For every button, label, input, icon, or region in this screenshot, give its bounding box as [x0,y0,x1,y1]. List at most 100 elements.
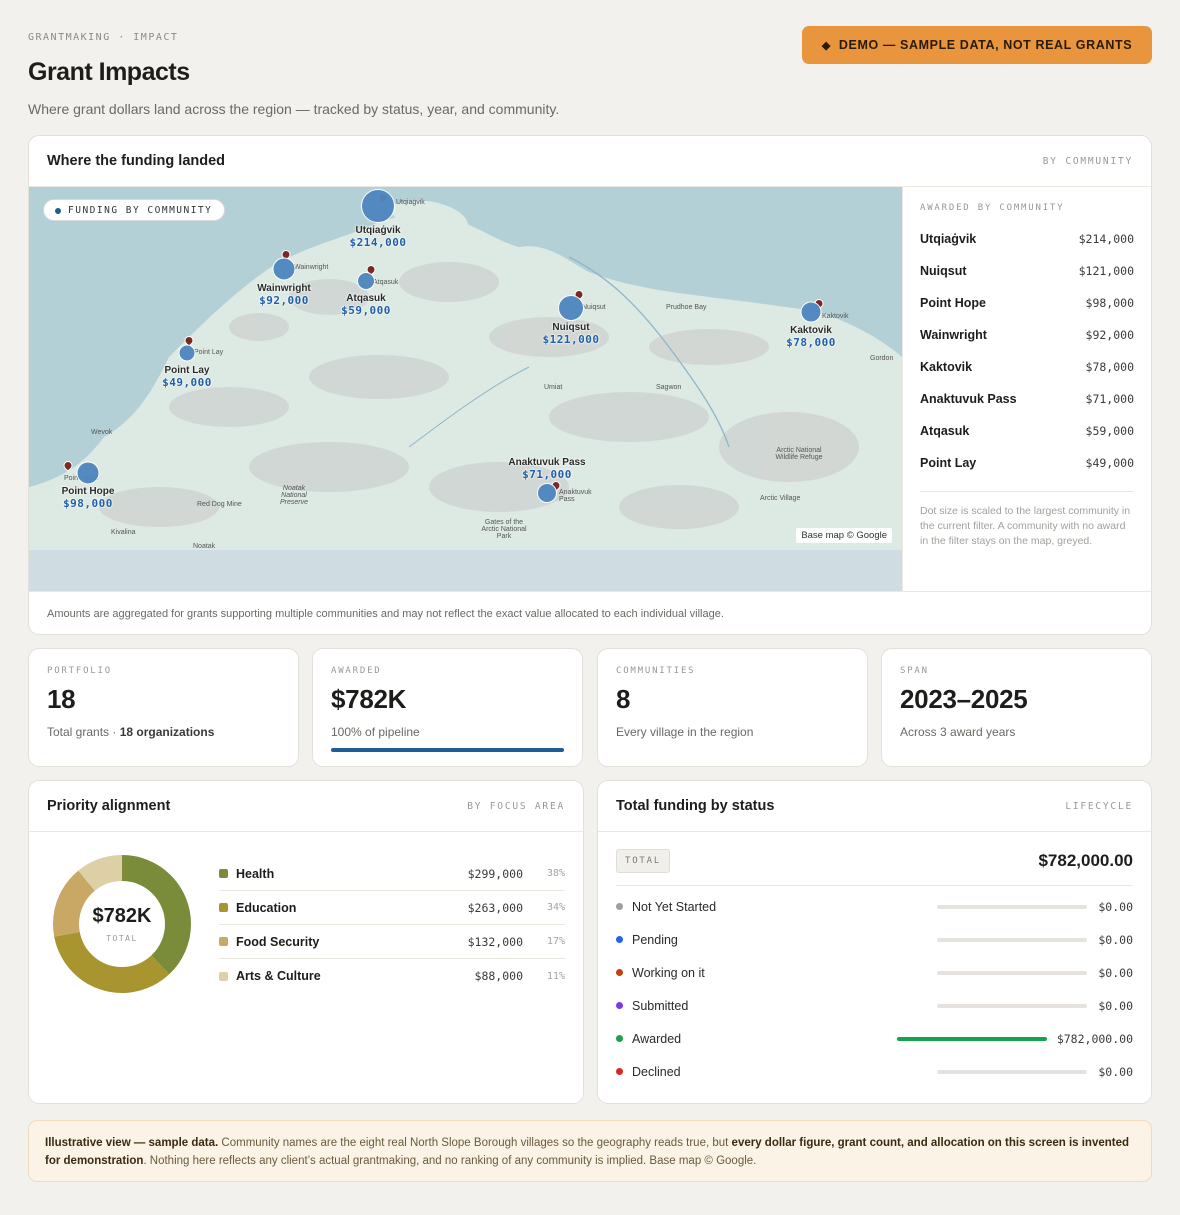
status-track [896,1036,1047,1041]
community-value: $78,000 [1085,360,1134,374]
map-bubble-atqasuk[interactable] [357,272,375,290]
stat-label: AWARDED [331,666,382,676]
funding-by-status-card: Total funding by status LIFECYCLE TOTAL … [597,780,1152,1104]
awarded-progress-bar [331,748,564,752]
legend-amount: $299,000 [467,866,523,881]
community-value: $121,000 [1078,264,1134,278]
map-place-label: Arctic National Wildlife Refuge [775,447,823,461]
community-value: $214,000 [1078,232,1134,246]
status-value: $0.00 [1098,965,1133,980]
map-credit: Base map © Google [796,528,892,543]
stat-card-span: SPAN 2023–2025 Across 3 award years [881,648,1152,767]
stat-card-portfolio: PORTFOLIO 18 Total grants · 18 organizat… [28,648,299,767]
sample-data-disclaimer: Illustrative view — sample data. Communi… [28,1120,1152,1182]
status-name: Declined [632,1064,681,1079]
status-row[interactable]: Working on it $0.00 [616,956,1133,989]
stat-value: 2023–2025 [900,684,1028,714]
map-bubble-utqiagvik[interactable] [361,189,395,223]
legend-pct: 38% [546,868,565,879]
map-bubble-nuiqsut[interactable] [558,295,584,321]
legend-swatch [219,869,228,878]
status-name: Not Yet Started [632,899,717,914]
priority-title: Priority alignment [47,798,171,814]
community-row[interactable]: Nuiqsut $121,000 [920,255,1134,287]
legend-name: Health [236,866,275,881]
stat-card-communities: COMMUNITIES 8 Every village in the regio… [597,648,868,767]
legend-amount: $132,000 [467,934,523,949]
status-value: $0.00 [1098,899,1133,914]
map-place-label: Wainwright [294,264,329,271]
legend-name: Education [236,900,297,915]
page-title: Grant Impacts [28,58,190,86]
status-total-row: TOTAL $782,000.00 [616,849,1133,873]
status-name: Working on it [632,965,705,980]
community-row[interactable]: Utqiaġvik $214,000 [920,223,1134,255]
map-bubble-point-hope[interactable] [76,461,100,485]
map-card: Where the funding landed BY COMMUNITY FU… [28,135,1152,635]
legend-pct: 34% [546,902,565,913]
map-bubble-label: Point Hope $98,000 [62,486,115,510]
community-row[interactable]: Atqasuk $59,000 [920,415,1134,447]
legend-pct: 17% [546,936,565,947]
donut-total-label: TOTAL [106,934,138,943]
map-bubble-label: Nuiqsut $121,000 [543,322,600,346]
status-dot [616,1068,623,1075]
map-place-label: Atqasuk [373,279,399,286]
map-bubble-point-lay[interactable] [178,344,196,362]
legend-row[interactable]: Food Security $132,000 17% [219,925,565,959]
community-name: Point Hope [920,296,986,310]
page-subtitle: Where grant dollars land across the regi… [28,101,560,117]
map-footnote: Amounts are aggregated for grants suppor… [29,591,1151,634]
map-place-label: Anaktuvuk Pass [559,489,592,503]
community-name: Point Lay [920,456,977,470]
stat-sub: 100% of pipeline [331,725,420,739]
stat-value: 18 [47,684,76,714]
status-value: $0.00 [1098,1064,1133,1079]
map-bubble-kaktovik[interactable] [800,301,822,323]
status-dot [616,1002,623,1009]
total-value: $782,000.00 [1038,851,1133,870]
stat-sub: Total grants · 18 organizations [47,725,280,739]
status-list: Not Yet Started $0.00 Pending $0.00 Workin… [616,885,1133,1088]
map-bubble-value: $98,000 [63,497,113,510]
total-chip: TOTAL [616,849,671,873]
funding-map[interactable]: FUNDING BY COMMUNITY Utqiaġvik Wainwrigh… [29,187,902,591]
map-legend-pill: FUNDING BY COMMUNITY [43,199,226,221]
community-row[interactable]: Kaktovik $78,000 [920,351,1134,383]
legend-row[interactable]: Health $299,000 38% [219,857,565,891]
status-row[interactable]: Not Yet Started $0.00 [616,890,1133,923]
map-bubble-wainwright[interactable] [272,257,296,281]
map-bubble-label: Point Lay $49,000 [162,365,212,389]
status-row[interactable]: Pending $0.00 [616,923,1133,956]
community-row[interactable]: Anaktuvuk Pass $71,000 [920,383,1134,415]
community-row[interactable]: Point Hope $98,000 [920,287,1134,319]
status-row[interactable]: Declined $0.00 [616,1055,1133,1088]
status-row[interactable]: Awarded $782,000.00 [616,1022,1133,1055]
awarded-by-community-panel: AWARDED BY COMMUNITY Utqiaġvik $214,000 N… [902,187,1151,591]
community-row[interactable]: Wainwright $92,000 [920,319,1134,351]
focus-area-legend: Health $299,000 38% Education $263,000 34% F… [219,857,565,993]
map-place-label: Noatak National Preserve [279,485,308,506]
map-card-header: Where the funding landed BY COMMUNITY [29,136,1151,187]
stat-card-awarded: AWARDED $782K 100% of pipeline [312,648,583,767]
map-card-tag: BY COMMUNITY [1042,155,1133,167]
legend-name: Food Security [236,934,320,949]
status-track [937,937,1087,942]
community-name: Kaktovik [920,360,973,374]
map-place-label: Kivalina [111,529,136,536]
community-name: Anaktuvuk Pass [920,392,1017,406]
legend-row[interactable]: Education $263,000 34% [219,891,565,925]
legend-row[interactable]: Arts & Culture $88,000 11% [219,959,565,993]
status-header: Total funding by status LIFECYCLE [598,781,1151,832]
community-row[interactable]: Point Lay $49,000 [920,447,1134,479]
status-track [937,1003,1087,1008]
status-track [937,970,1087,975]
status-row[interactable]: Submitted $0.00 [616,989,1133,1022]
map-bubble-label: Anaktuvuk Pass $71,000 [508,457,585,481]
legend-swatch [219,937,228,946]
map-bubble-value: $59,000 [341,304,391,317]
legend-swatch [219,903,228,912]
priority-alignment-card: Priority alignment BY FOCUS AREA $782K T… [28,780,584,1104]
map-bubble-anaktuvuk-pass[interactable] [537,483,557,503]
map-place-label: Utqiaġvik [396,199,425,206]
